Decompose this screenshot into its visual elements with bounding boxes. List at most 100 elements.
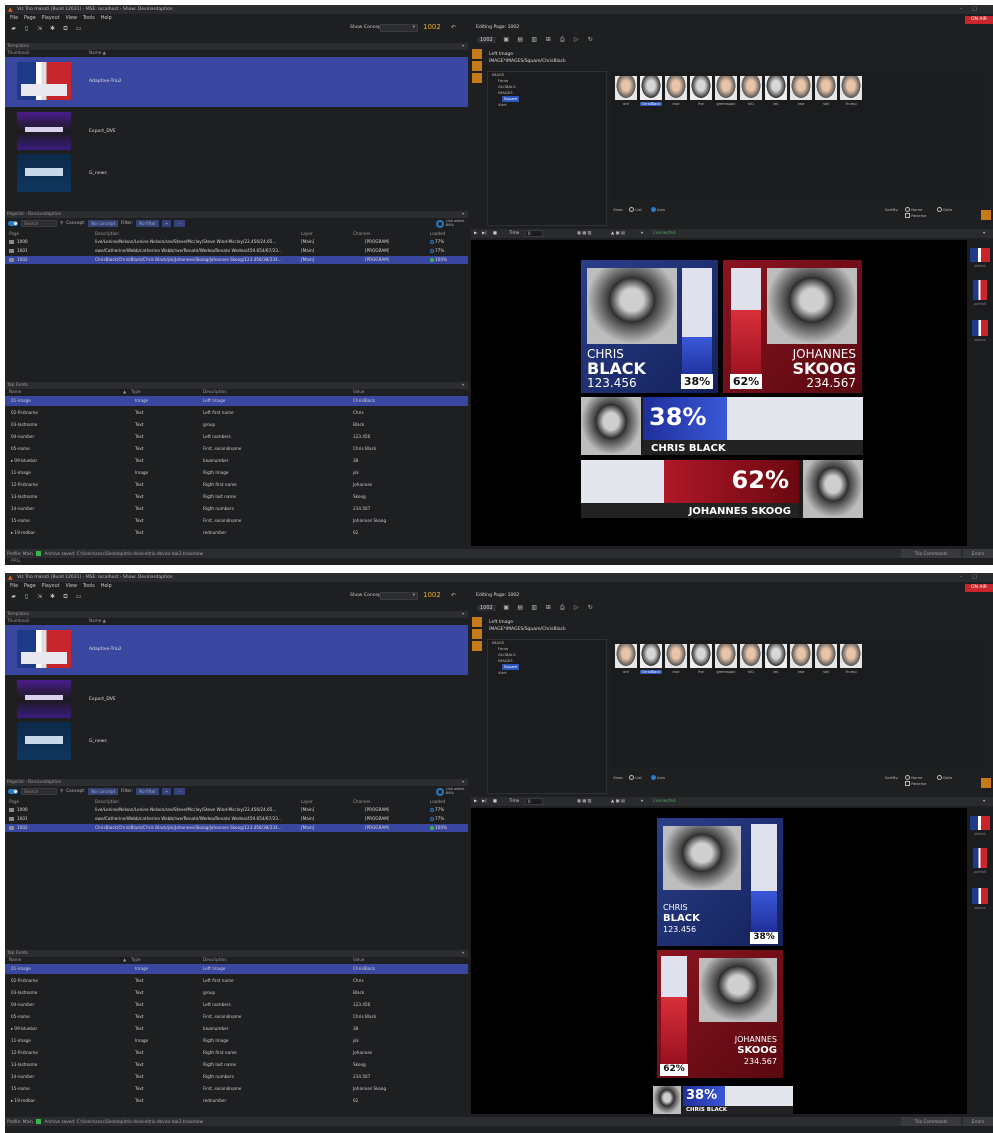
grid-icon[interactable]: ▦ ▦ ▥ (577, 230, 592, 235)
live-toggle[interactable] (8, 221, 18, 226)
col-layer[interactable]: Layer (301, 231, 313, 237)
play-icon[interactable]: ▶ (474, 230, 477, 235)
menu-file[interactable]: File (10, 584, 18, 589)
col-name[interactable]: Name (9, 389, 21, 395)
collapse-icon[interactable]: ▾ (462, 211, 464, 218)
menu-tools[interactable]: Tools (83, 584, 95, 589)
sort-asc-icon[interactable]: ▲ (123, 389, 126, 395)
filter-select[interactable]: No filter (136, 220, 159, 227)
col-name[interactable]: Name ▲ (89, 50, 106, 56)
new-page-icon[interactable]: ▯ (23, 593, 30, 600)
refresh-icon[interactable]: ↶ (451, 24, 456, 31)
import-icon[interactable]: ⇲ (36, 593, 43, 600)
face-thumbnail[interactable] (640, 644, 662, 668)
pagelist-row[interactable]: 1001 owe/Catherine/Webb/catherine Webb/r… (5, 247, 468, 255)
variant-thumbnail[interactable] (972, 888, 988, 904)
face-thumbnail[interactable] (765, 644, 787, 668)
reverse-checkbox[interactable]: Reverse (905, 781, 926, 786)
tabfield-row[interactable]: ▸ 09-bluebar Text bluenumber 38 (5, 456, 468, 466)
step-icon[interactable]: ▶| (482, 230, 487, 235)
pagelist-row[interactable]: 1001 owe/Catherine/Webb/catherine Webb/r… (5, 815, 468, 823)
tabfield-row[interactable]: 12-firstname Text Rigth first name Johannes (5, 480, 468, 490)
face-thumbnail[interactable] (790, 644, 812, 668)
menu-tools[interactable]: Tools (83, 16, 95, 21)
field-value[interactable]: ChrisBlack (353, 396, 375, 406)
tabfield-row[interactable]: 13-lastname Text Rigth last name Skoog (5, 1060, 468, 1070)
face-thumbnail[interactable] (815, 644, 837, 668)
collapse-icon[interactable]: ▾ (462, 779, 464, 786)
window-controls[interactable]: –□ (960, 6, 987, 12)
layout-icon[interactable]: ▤ (517, 36, 524, 43)
trio-commands-button[interactable]: Trio Commands (901, 549, 961, 558)
save-icon[interactable]: ⎙ (559, 604, 566, 611)
sort-asc-icon[interactable]: ▲ (123, 957, 126, 963)
tabfield-row[interactable]: ▸ 19-redbar Text rednumber 62 (5, 528, 468, 538)
pagelist-row[interactable]: 1002 ChrisBlack/Chris/Black/Chris Black/… (5, 256, 468, 264)
col-name[interactable]: Name (9, 957, 21, 963)
export-icon[interactable]: ⧉ (62, 25, 69, 32)
collapse-icon[interactable]: ▾ (462, 611, 464, 618)
document-icon[interactable]: ▭ (75, 25, 82, 32)
col-loaded[interactable]: Loaded (430, 799, 445, 805)
field-value[interactable]: Johannes Skoog (353, 516, 386, 526)
tool-button[interactable] (472, 641, 482, 651)
menu-playout[interactable]: Playout (42, 16, 60, 21)
search-input[interactable]: Search (21, 220, 57, 227)
face-thumbnail[interactable] (715, 76, 737, 100)
face-thumbnail[interactable] (690, 644, 712, 668)
reload-icon[interactable]: ↻ (587, 604, 594, 611)
refresh-icon[interactable]: ↶ (451, 592, 456, 599)
profile-label[interactable]: Profile: Main (7, 1119, 33, 1124)
step-icon[interactable]: ▶| (482, 798, 487, 803)
template-row[interactable]: Adaptive-Trio2 (5, 625, 468, 675)
sort-date-option[interactable]: Date (937, 775, 952, 780)
face-thumbnail[interactable] (790, 76, 812, 100)
template-row[interactable]: G_news (5, 149, 468, 199)
tabfield-row[interactable]: 01-image Image Left Image ChrisBlack (5, 964, 468, 974)
view-list-option[interactable]: List (629, 207, 642, 212)
document-icon[interactable]: ▭ (75, 593, 82, 600)
menu-help[interactable]: Help (101, 16, 112, 21)
face-thumbnail[interactable] (840, 644, 862, 668)
tabfield-row[interactable]: 03-lastname Text group Black (5, 988, 468, 998)
play-icon[interactable]: ▷ (573, 36, 580, 43)
grid-icon[interactable]: ▦ ▦ ▥ (577, 798, 592, 803)
errors-button[interactable]: Errors (963, 549, 993, 558)
menu-view[interactable]: View (66, 584, 77, 589)
tabfield-row[interactable]: 03-lastname Text group Black (5, 420, 468, 430)
camera-icon[interactable]: ▲ ▣ ▤ (611, 230, 625, 235)
search-icon[interactable]: ⚲ (60, 221, 63, 226)
face-thumbnail[interactable] (715, 644, 737, 668)
more-button[interactable]: ⋯ (174, 220, 185, 227)
settings-icon[interactable]: ✱ (49, 593, 56, 600)
concept-select[interactable]: No concept (88, 788, 119, 795)
col-type[interactable]: Type (131, 957, 141, 963)
stop-icon[interactable]: ■ (493, 230, 497, 235)
field-value[interactable]: Chris (353, 976, 364, 986)
field-value[interactable]: Chris Black (353, 444, 376, 454)
field-value[interactable]: jsk (353, 1036, 359, 1046)
face-thumbnail[interactable] (615, 644, 637, 668)
layout-icon[interactable]: ▥ (531, 604, 538, 611)
face-thumbnail[interactable] (640, 76, 662, 100)
menu-view[interactable]: View (66, 16, 77, 21)
field-value[interactable]: Johannes (353, 480, 372, 490)
field-value[interactable]: 123.456 (353, 432, 370, 442)
field-value[interactable]: Johannes (353, 1048, 372, 1058)
page-number-field[interactable]: 1002 (423, 591, 441, 599)
layout-icon[interactable]: ▥ (531, 36, 538, 43)
col-page[interactable]: Page (9, 799, 19, 805)
col-thumbnail[interactable]: Thumbnail (7, 618, 29, 624)
view-icon-option[interactable]: Icon (651, 775, 665, 780)
editor-page-number[interactable]: 1002 (477, 36, 496, 43)
field-value[interactable]: Chris (353, 408, 364, 418)
face-thumbnail[interactable] (740, 76, 762, 100)
search-input[interactable]: Search (21, 788, 57, 795)
tabfield-row[interactable]: 02-firstname Text Left first name Chris (5, 408, 468, 418)
tree-node[interactable]: Vizrt (488, 102, 606, 108)
time-input[interactable]: 0 (525, 230, 543, 237)
menu-page[interactable]: Page (24, 16, 36, 21)
pagelist-row[interactable]: 1000 live/Lenine/Nelson/Lenine Nelson/ss… (5, 806, 468, 814)
search-icon[interactable]: ⚲ (60, 789, 63, 794)
export-icon[interactable]: ⧉ (62, 593, 69, 600)
